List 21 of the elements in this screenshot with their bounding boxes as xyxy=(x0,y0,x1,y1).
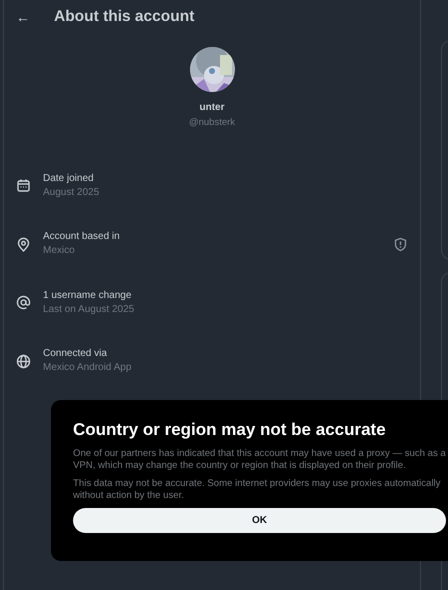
info-value: August 2025 xyxy=(43,186,100,200)
calendar-icon xyxy=(16,178,31,193)
username: @nubsterk xyxy=(188,116,236,130)
globe-icon xyxy=(16,354,31,368)
location-icon xyxy=(16,236,31,252)
display-name: unter xyxy=(200,101,224,115)
info-value: Mexico xyxy=(43,244,76,258)
ok-button[interactable]: OK xyxy=(73,508,446,534)
info-label: Connected via xyxy=(43,347,108,361)
info-label: Date joined xyxy=(43,172,95,186)
dialog-title: Country or region may not be accurate xyxy=(73,420,387,440)
back-button[interactable]: ← xyxy=(14,10,32,24)
shield-alert-icon[interactable] xyxy=(393,236,408,252)
info-value: Last on August 2025 xyxy=(43,302,136,316)
dialog-text: One of our partners has indicated that this account may have used a proxy — such as a VPN, which may change the country or region that is displayed on their profile. xyxy=(73,448,446,472)
at-sign-icon xyxy=(16,295,31,310)
info-value: Mexico Android App xyxy=(43,361,132,375)
info-label: Account based in xyxy=(43,230,121,244)
dialog-text: This data may not be accurate. Some internet providers may use proxies automatically without action by the user. xyxy=(73,478,442,502)
page-title: About this account xyxy=(54,6,194,27)
info-label: 1 username change xyxy=(43,288,132,302)
